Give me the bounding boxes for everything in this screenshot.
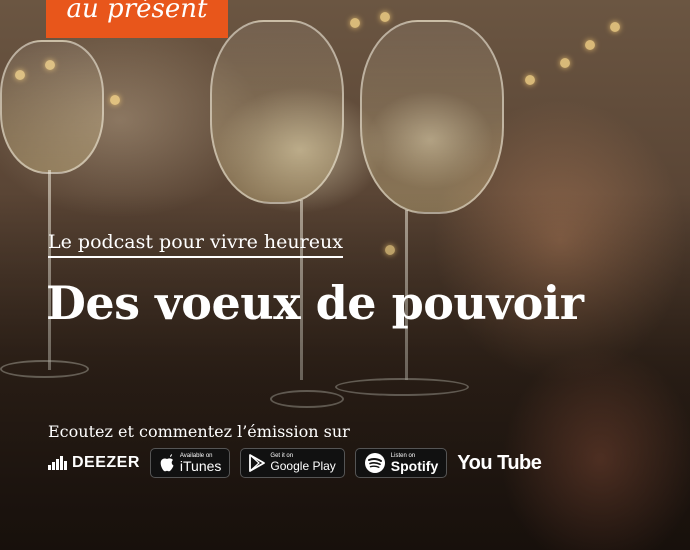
platform-badges: DEEZER Available on iTunes Get it on Goo… xyxy=(48,448,542,478)
itunes-label: iTunes xyxy=(179,458,222,474)
googleplay-badge[interactable]: Get it on Google Play xyxy=(240,448,345,478)
youtube-badge[interactable]: You Tube xyxy=(457,448,542,478)
play-triangle-icon xyxy=(249,454,266,472)
apple-icon xyxy=(160,454,174,472)
podcast-subtitle: Le podcast pour vivre heureux xyxy=(48,231,343,258)
spotify-label: Spotify xyxy=(390,458,439,474)
deezer-label: DEEZER xyxy=(72,454,140,471)
spotify-badge[interactable]: Listen on Spotify xyxy=(354,448,448,478)
googleplay-label: Google Play xyxy=(270,459,336,473)
deezer-equalizer-icon xyxy=(48,456,67,470)
spotify-icon xyxy=(364,453,385,473)
youtube-label: You Tube xyxy=(457,451,542,474)
episode-title: Des voeux de pouvoir xyxy=(46,276,584,330)
brand-logo[interactable]: au présent xyxy=(46,0,228,38)
itunes-badge[interactable]: Available on iTunes xyxy=(149,448,231,478)
deezer-badge[interactable]: DEEZER xyxy=(48,448,140,478)
listen-label: Ecoutez et commentez l’émission sur xyxy=(48,422,350,441)
